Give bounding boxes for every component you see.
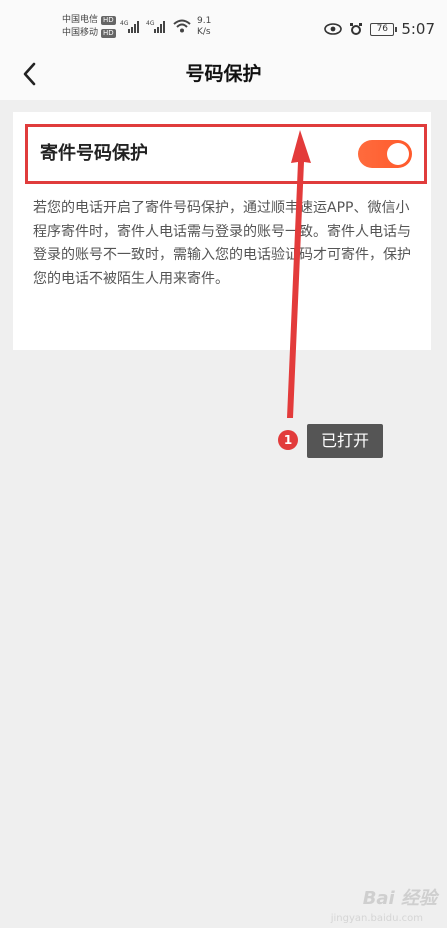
step-badge: 1 bbox=[278, 430, 298, 450]
annotation-tooltip: 已打开 bbox=[307, 424, 383, 458]
watermark: Bai 经验 bbox=[362, 888, 437, 909]
watermark-url: jingyan.baidu.com bbox=[330, 913, 423, 924]
annotation-arrow bbox=[287, 130, 311, 418]
